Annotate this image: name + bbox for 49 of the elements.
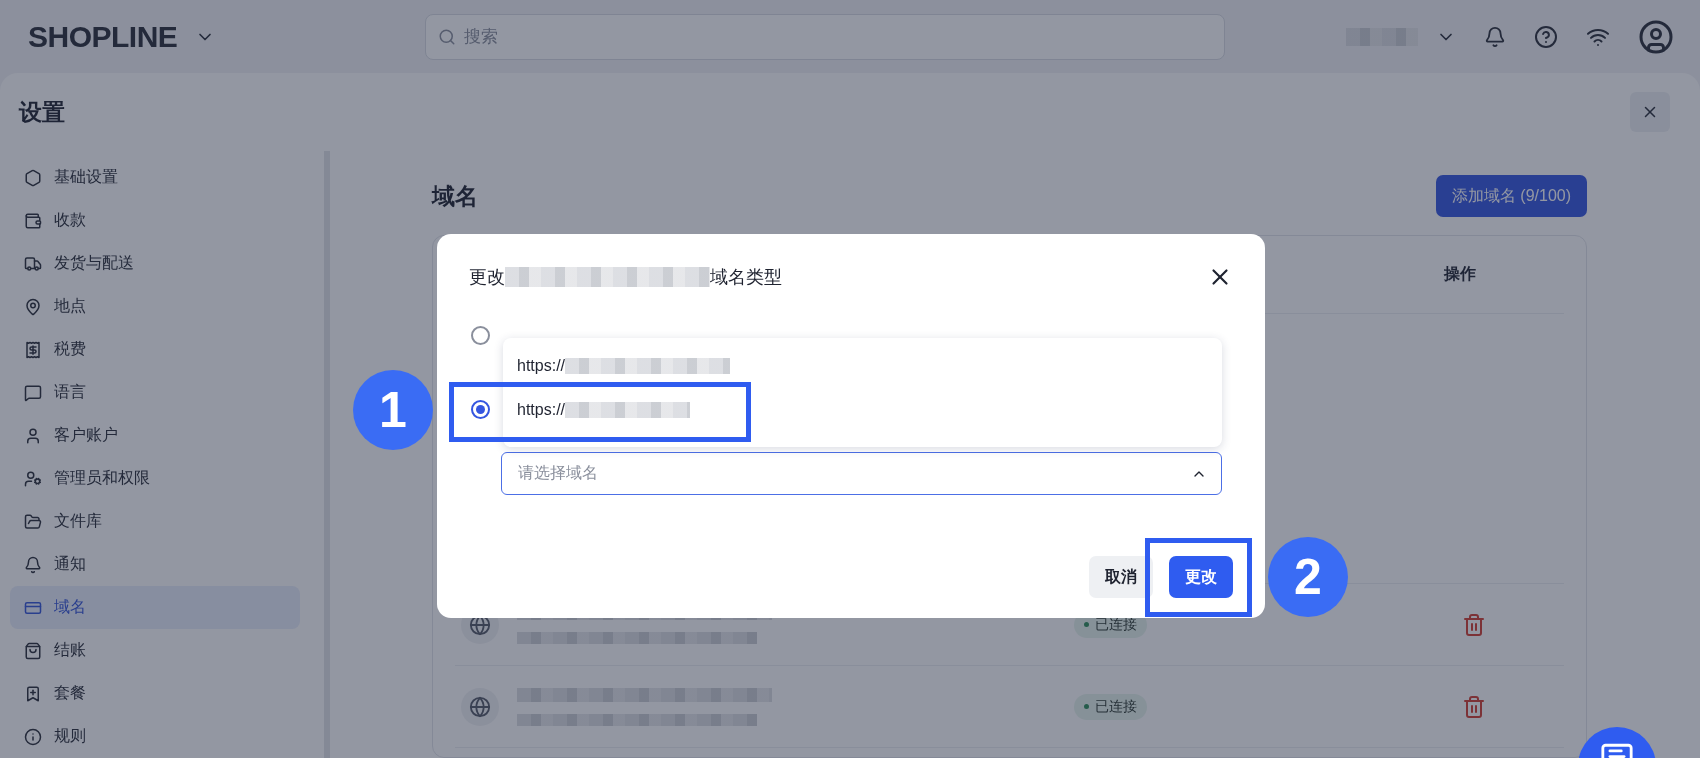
speech-bubble-icon	[24, 383, 42, 402]
sidebar-item[interactable]: 通知	[10, 543, 300, 586]
sidebar-item[interactable]: 基础设置	[10, 156, 300, 199]
hexagon-icon	[24, 168, 42, 187]
search-icon	[438, 27, 457, 46]
trash-icon[interactable]	[1462, 694, 1486, 719]
dropdown-option[interactable]: https://	[503, 344, 1222, 388]
trash-icon[interactable]	[1462, 612, 1486, 637]
user-icon	[24, 426, 42, 445]
folder-icon	[24, 512, 42, 531]
location-pin-icon	[24, 297, 42, 316]
page-title: 域名	[432, 181, 478, 211]
bell-icon[interactable]	[1484, 25, 1506, 48]
sidebar-item[interactable]: 文件库	[10, 500, 300, 543]
bell-icon	[24, 555, 42, 574]
globe-icon	[461, 687, 499, 726]
sidebar-item[interactable]: 地点	[10, 285, 300, 328]
add-domain-button[interactable]: 添加域名 (9/100)	[1435, 175, 1587, 217]
radio-button[interactable]	[471, 325, 490, 345]
logo: SHOPLINE	[28, 19, 178, 54]
radio-button[interactable]	[471, 399, 490, 419]
confirm-button[interactable]: 更改	[1169, 556, 1233, 598]
bag-icon	[24, 641, 42, 660]
receipt-icon	[24, 340, 42, 359]
wallet-icon	[24, 211, 42, 230]
sidebar-item[interactable]: 发货与配送	[10, 242, 300, 285]
status-badge: 已连接	[1074, 693, 1147, 720]
sidebar-item[interactable]: 税费	[10, 328, 300, 371]
user-gear-icon	[24, 469, 42, 488]
sidebar-item[interactable]: 结账	[10, 629, 300, 672]
dialog-title-start: 更改	[469, 266, 505, 289]
domain-select[interactable]: 请选择域名	[501, 452, 1222, 495]
sidebar-item[interactable]: 客户账户	[10, 414, 300, 457]
bookmark-icon	[24, 684, 42, 703]
sidebar-item[interactable]: 套餐	[10, 672, 300, 715]
dialog-title-end: 域名类型	[710, 266, 782, 289]
sidebar-item[interactable]: 规则	[10, 715, 300, 758]
avatar-icon[interactable]	[1638, 18, 1674, 55]
panel-title: 设置	[19, 97, 65, 127]
column-header: 操作	[1444, 264, 1476, 284]
dropdown-option[interactable]: https://	[503, 388, 1222, 432]
truck-icon	[24, 254, 42, 273]
sidebar-item[interactable]: 收款	[10, 199, 300, 242]
sidebar-item[interactable]: 域名	[10, 586, 300, 629]
cancel-button[interactable]: 取消	[1089, 556, 1153, 598]
info-icon	[24, 727, 42, 746]
sidebar-item[interactable]: 语言	[10, 371, 300, 414]
sidebar-item[interactable]: 管理员和权限	[10, 457, 300, 500]
help-icon[interactable]	[1534, 24, 1558, 49]
